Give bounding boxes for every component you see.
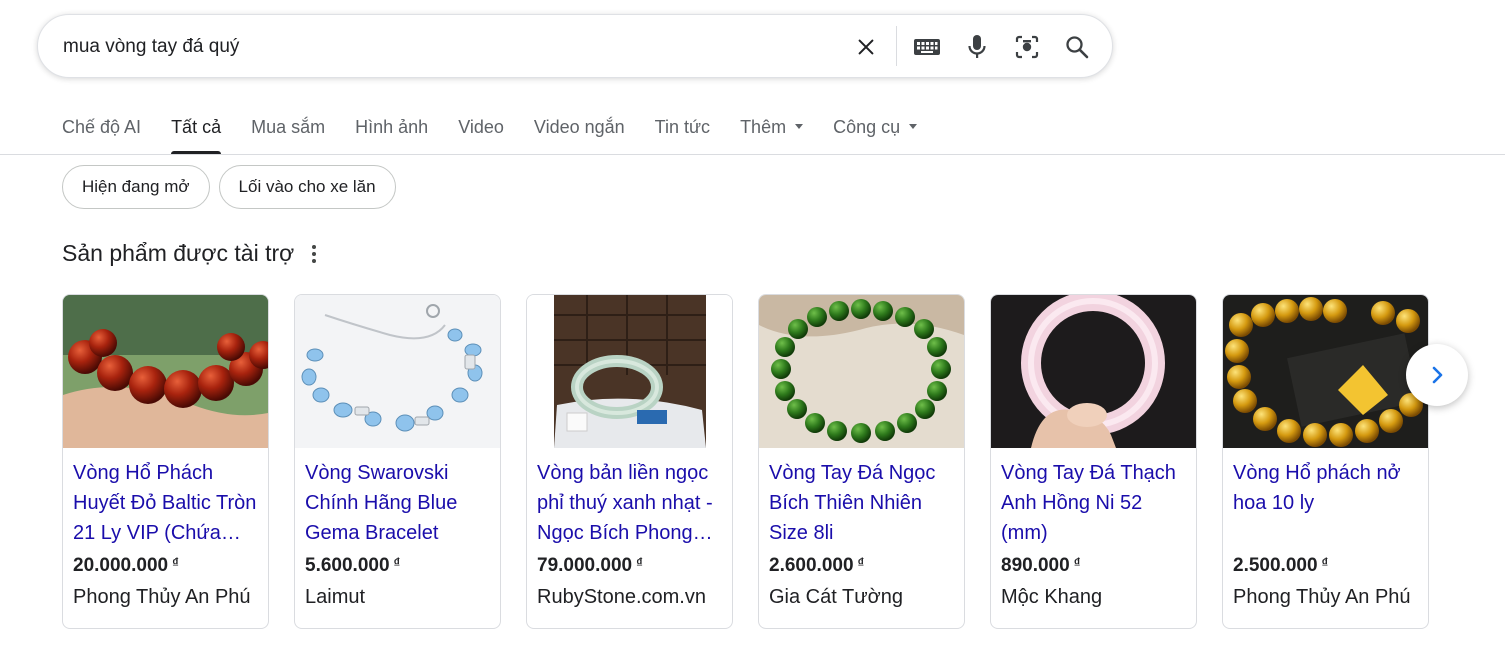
product-card[interactable]: Vòng Hổ phách nở hoa 10 ly 2.500.000 ₫ Ph… bbox=[1222, 294, 1429, 629]
search-bar bbox=[37, 14, 1113, 78]
currency-symbol: ₫ bbox=[1073, 555, 1081, 570]
keyboard-icon[interactable] bbox=[911, 31, 943, 63]
tab-label: Thêm bbox=[740, 117, 787, 137]
tab-label: Video bbox=[458, 117, 504, 137]
product-price: 20.000.000 ₫ bbox=[73, 555, 179, 577]
price-value: 2.500.000 bbox=[1233, 555, 1318, 576]
product-title: Vòng Swarovski Chính Hãng Blue Gema Brac… bbox=[305, 462, 458, 544]
tabs-divider bbox=[0, 154, 1505, 155]
currency-symbol: ₫ bbox=[636, 555, 643, 570]
product-title: Vòng Hổ Phách Huyết Đỏ Baltic Tròn 21 Ly… bbox=[73, 462, 257, 544]
tab-label: Video ngắn bbox=[533, 117, 625, 137]
tab-images[interactable]: Hình ảnh bbox=[355, 100, 428, 154]
product-title: Vòng Hổ phách nở hoa 10 ly bbox=[1233, 462, 1401, 514]
tab-news[interactable]: Tin tức bbox=[655, 100, 710, 154]
caret-down-icon bbox=[795, 123, 804, 129]
tab-tools[interactable]: Công cụ bbox=[833, 100, 918, 154]
search-tabs: Chế độ AI Tất cả Mua sắm Hình ảnh Video … bbox=[62, 100, 947, 154]
product-card[interactable]: Vòng bản liền ngọc phỉ thuý xanh nhạt - … bbox=[526, 294, 733, 629]
product-card[interactable]: Vòng Tay Đá Thạch Anh Hồng Ni 52 (mm) 89… bbox=[990, 294, 1197, 629]
price-value: 79.000.000 bbox=[537, 555, 633, 576]
product-card[interactable]: Vòng Tay Đá Ngọc Bích Thiên Nhiên Size 8… bbox=[758, 294, 965, 629]
search-icon[interactable] bbox=[1061, 31, 1093, 63]
currency-symbol: ₫ bbox=[393, 555, 401, 570]
chip-open-now[interactable]: Hiện đang mở bbox=[62, 165, 210, 209]
search-bar-divider bbox=[896, 26, 897, 66]
tab-video[interactable]: Video bbox=[458, 100, 504, 154]
currency-symbol: ₫ bbox=[172, 555, 179, 570]
product-store: Phong Thủy An Phú bbox=[73, 586, 251, 608]
product-image bbox=[527, 295, 732, 448]
tab-label: Chế độ AI bbox=[62, 117, 142, 137]
product-price: 2.500.000 ₫ bbox=[1233, 555, 1328, 577]
tab-more[interactable]: Thêm bbox=[740, 100, 804, 154]
tab-all[interactable]: Tất cả bbox=[171, 100, 222, 154]
currency-symbol: ₫ bbox=[857, 555, 865, 570]
product-store: Mộc Khang bbox=[1001, 586, 1103, 608]
product-card[interactable]: Vòng Swarovski Chính Hãng Blue Gema Brac… bbox=[294, 294, 501, 629]
product-image bbox=[991, 295, 1196, 448]
product-price: 2.600.000 ₫ bbox=[769, 555, 864, 577]
product-title: Vòng bản liền ngọc phỉ thuý xanh nhạt - … bbox=[537, 462, 713, 544]
currency-symbol: ₫ bbox=[1321, 555, 1329, 570]
product-image bbox=[759, 295, 964, 448]
tab-label: Tất cả bbox=[171, 117, 222, 137]
tab-label: Hình ảnh bbox=[355, 117, 429, 137]
product-card[interactable]: Vòng Hổ Phách Huyết Đỏ Baltic Tròn 21 Ly… bbox=[62, 294, 269, 629]
product-image bbox=[63, 295, 268, 448]
product-store: Phong Thủy An Phú bbox=[1233, 586, 1411, 608]
tab-label: Công cụ bbox=[833, 117, 901, 137]
search-input[interactable] bbox=[63, 33, 833, 61]
product-title: Vòng Tay Đá Thạch Anh Hồng Ni 52 (mm) bbox=[1001, 462, 1176, 544]
filter-chips: Hiện đang mở Lối vào cho xe lăn bbox=[62, 165, 396, 209]
more-options-icon[interactable] bbox=[308, 243, 320, 265]
sponsored-header: Sản phẩm được tài trợ bbox=[62, 240, 320, 267]
chevron-right-icon bbox=[1432, 366, 1443, 384]
carousel-next-button[interactable] bbox=[1406, 344, 1468, 406]
product-store: RubyStone.com.vn bbox=[537, 586, 706, 608]
product-price: 79.000.000 ₫ bbox=[537, 555, 643, 577]
price-value: 2.600.000 bbox=[769, 555, 854, 576]
price-value: 890.000 bbox=[1001, 555, 1070, 576]
product-store: Gia Cát Tường bbox=[769, 586, 903, 608]
chip-label: Lối vào cho xe lăn bbox=[238, 177, 376, 196]
close-icon[interactable] bbox=[850, 31, 882, 63]
chip-label: Hiện đang mở bbox=[82, 177, 190, 196]
tab-label: Tin tức bbox=[654, 117, 711, 137]
product-title: Vòng Tay Đá Ngọc Bích Thiên Nhiên Size 8… bbox=[769, 462, 936, 544]
product-store: Laimut bbox=[305, 586, 366, 608]
product-price: 890.000 ₫ bbox=[1001, 555, 1080, 577]
tab-label: Mua sắm bbox=[251, 117, 326, 137]
product-price: 5.600.000 ₫ bbox=[305, 555, 400, 577]
product-image bbox=[295, 295, 500, 448]
sponsored-title: Sản phẩm được tài trợ bbox=[62, 240, 295, 266]
price-value: 20.000.000 bbox=[73, 555, 169, 576]
product-image bbox=[1223, 295, 1428, 448]
tab-short-videos[interactable]: Video ngắn bbox=[534, 100, 625, 154]
tab-shopping[interactable]: Mua sắm bbox=[251, 100, 325, 154]
chip-wheelchair-accessible[interactable]: Lối vào cho xe lăn bbox=[218, 165, 396, 209]
camera-lens-icon[interactable] bbox=[1011, 31, 1043, 63]
microphone-icon[interactable] bbox=[961, 31, 993, 63]
caret-down-icon bbox=[909, 123, 918, 129]
tab-ai-mode[interactable]: Chế độ AI bbox=[62, 100, 141, 154]
price-value: 5.600.000 bbox=[305, 555, 390, 576]
